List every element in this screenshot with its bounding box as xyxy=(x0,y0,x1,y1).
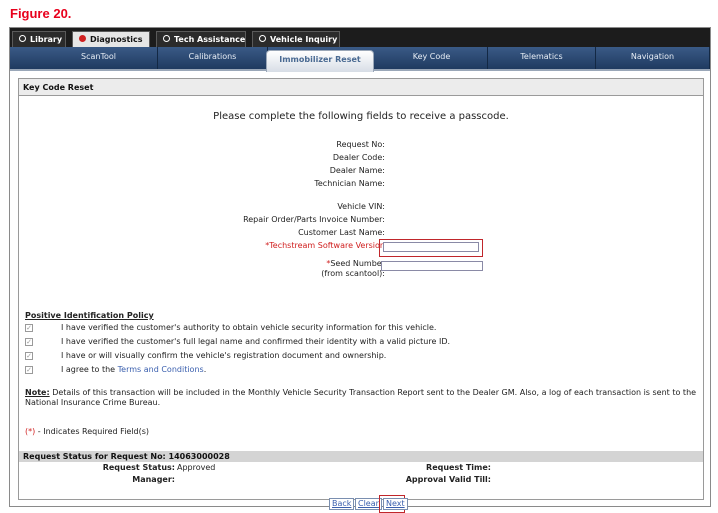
policy-item-4: I agree to the Terms and Conditions. xyxy=(61,365,207,374)
tab-tech-assistance[interactable]: Tech Assistance xyxy=(156,31,246,47)
vehicle-vin-label: Vehicle VIN: xyxy=(337,202,385,211)
request-status-value: Approved xyxy=(177,463,216,472)
radio-selected-icon xyxy=(79,35,86,42)
tab-vehicle-inquiry[interactable]: Vehicle Inquiry xyxy=(252,31,340,47)
technician-name-label: Technician Name: xyxy=(314,179,385,188)
sub-navigation: ScanTool Calibrations Immobilizer Reset … xyxy=(10,47,710,72)
seed-number-input[interactable] xyxy=(381,261,483,271)
dealer-code-label: Dealer Code: xyxy=(332,153,385,162)
back-button[interactable]: Back xyxy=(329,498,355,510)
manager-label: Manager: xyxy=(132,475,175,484)
seed-number-label: *Seed Number (from scantool): xyxy=(321,259,385,278)
radio-icon xyxy=(259,35,266,42)
top-tab-bar: Library Diagnostics Tech Assistance Vehi… xyxy=(10,28,710,47)
repair-order-label: Repair Order/Parts Invoice Number: xyxy=(243,215,385,224)
request-status-header: Request Status for Request No: 140630000… xyxy=(19,451,703,462)
tab-diagnostics[interactable]: Diagnostics xyxy=(72,31,150,47)
subtab-scantool[interactable]: ScanTool xyxy=(40,47,158,69)
next-button[interactable]: Next xyxy=(383,498,408,510)
techstream-version-input[interactable] xyxy=(383,242,479,252)
policy-item-2: I have verified the customer's full lega… xyxy=(61,337,451,346)
terms-link[interactable]: Terms and Conditions xyxy=(118,365,204,374)
figure-title: Figure 20. xyxy=(10,6,72,21)
panel-title: Key Code Reset xyxy=(19,79,703,96)
key-code-reset-panel: Key Code Reset Please complete the follo… xyxy=(18,78,704,513)
policy-item-3: I have or will visually confirm the vehi… xyxy=(61,351,387,360)
techstream-version-label: *Techstream Software Version xyxy=(265,241,385,250)
required-field-hint: (*) - Indicates Required Field(s) xyxy=(25,427,150,436)
request-time-label: Request Time: xyxy=(426,463,491,472)
policy-checkbox-1[interactable]: ✓ xyxy=(25,324,33,332)
dealer-name-label: Dealer Name: xyxy=(329,166,385,175)
transaction-note: Note: Details of this transaction will b… xyxy=(25,388,697,407)
radio-icon xyxy=(19,35,26,42)
subtab-calibrations[interactable]: Calibrations xyxy=(158,47,268,69)
policy-item-1: I have verified the customer's authority… xyxy=(61,323,437,332)
request-status-label: Request Status: xyxy=(102,463,175,472)
tab-library[interactable]: Library xyxy=(12,31,66,47)
subtab-immobilizer-reset[interactable]: Immobilizer Reset xyxy=(266,50,374,72)
subtab-key-code[interactable]: Key Code xyxy=(376,47,488,69)
policy-checkbox-4[interactable]: ✓ xyxy=(25,366,33,374)
subtab-telematics[interactable]: Telematics xyxy=(488,47,596,69)
policy-checkbox-2[interactable]: ✓ xyxy=(25,338,33,346)
policy-checkbox-3[interactable]: ✓ xyxy=(25,352,33,360)
intro-text: Please complete the following fields to … xyxy=(213,111,509,122)
subtab-navigation[interactable]: Navigation xyxy=(596,47,710,69)
clear-button[interactable]: Clear xyxy=(355,498,382,510)
approval-valid-label: Approval Valid Till: xyxy=(405,475,491,484)
app-window: Library Diagnostics Tech Assistance Vehi… xyxy=(9,27,711,513)
radio-icon xyxy=(163,35,170,42)
request-no-label: Request No: xyxy=(336,140,385,149)
customer-last-name-label: Customer Last Name: xyxy=(298,228,385,237)
policy-title: Positive Identification Policy xyxy=(25,311,154,320)
